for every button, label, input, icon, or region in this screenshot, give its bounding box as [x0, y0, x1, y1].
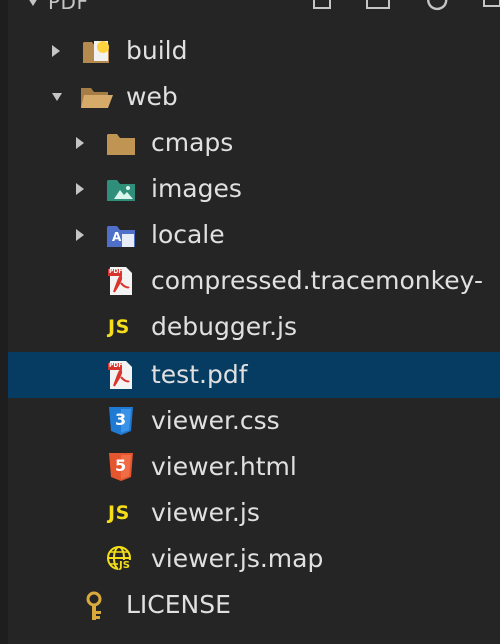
tree-item-label: viewer.html [151, 452, 297, 481]
tree-item-viewer-html[interactable]: 5 viewer.html [8, 444, 500, 490]
map-file-icon: JS [106, 545, 136, 573]
license-file-icon [82, 591, 112, 620]
tree-item-debugger-js[interactable]: JS debugger.js [8, 304, 500, 350]
left-border [0, 0, 8, 644]
tree-item-label: compressed.tracemonkey- [151, 266, 483, 295]
locale-letter: A [112, 230, 122, 244]
tree-item-label: LICENSE [126, 590, 231, 619]
tree-item-label: build [126, 36, 188, 65]
collapse-all-icon[interactable] [480, 0, 500, 16]
tree-item-viewer-css[interactable]: 3 viewer.css [8, 398, 500, 444]
js-glyph: JS [108, 502, 130, 524]
section-title: PDF [48, 0, 89, 14]
refresh-icon[interactable] [424, 0, 450, 16]
tree-item-label: locale [151, 220, 225, 249]
explorer-section-header[interactable]: PDF [0, 0, 500, 18]
pdf-tag: PDF [109, 362, 123, 369]
chevron-down-icon[interactable] [28, 0, 38, 6]
js-file-icon: JS [108, 313, 138, 341]
tree-item-build[interactable]: build [8, 28, 500, 74]
chevron-right-icon[interactable] [52, 45, 60, 57]
map-js-glyph: JS [118, 560, 131, 571]
tree-item-label: viewer.js [151, 498, 260, 527]
tree-item-label: viewer.css [151, 406, 280, 435]
tree-item-test-pdf[interactable]: PDF test.pdf [8, 352, 500, 398]
chevron-right-icon[interactable] [76, 137, 84, 149]
images-folder-icon [106, 175, 136, 203]
pdf-file-icon: PDF [108, 267, 138, 295]
tree-item-label: viewer.js.map [151, 544, 324, 573]
folder-icon [106, 129, 136, 157]
locale-folder-icon: A [106, 221, 136, 249]
tree-item-cmaps[interactable]: cmaps [8, 120, 500, 166]
js-file-icon: JS [108, 499, 138, 527]
tree-item-compressed-tracemonkey[interactable]: PDF compressed.tracemonkey- [8, 258, 500, 304]
css-number: 3 [115, 410, 127, 429]
js-glyph: JS [108, 316, 130, 338]
tree-item-web[interactable]: web [8, 74, 500, 120]
tree-item-locale[interactable]: A locale [8, 212, 500, 258]
tree-item-label: cmaps [151, 128, 234, 157]
css-file-icon: 3 [108, 407, 138, 435]
tree-item-label: debugger.js [151, 312, 297, 341]
html-number: 5 [115, 456, 127, 475]
tree-item-label: images [151, 174, 242, 203]
chevron-right-icon[interactable] [76, 183, 84, 195]
tree-item-viewer-js[interactable]: JS viewer.js [8, 490, 500, 536]
pdf-file-icon: PDF [108, 361, 138, 389]
tree-item-license[interactable]: LICENSE [8, 582, 500, 628]
tree-item-label: web [126, 82, 178, 111]
new-folder-icon[interactable] [364, 0, 392, 16]
tree-item-label: test.pdf [151, 360, 248, 389]
chevron-right-icon[interactable] [76, 229, 84, 241]
new-file-icon[interactable] [308, 0, 334, 16]
html-file-icon: 5 [108, 453, 138, 481]
tree-item-images[interactable]: images [8, 166, 500, 212]
build-folder-icon [82, 37, 112, 65]
tree-item-viewer-js-map[interactable]: JS viewer.js.map [8, 536, 500, 582]
folder-open-icon [80, 83, 113, 111]
chevron-down-icon[interactable] [52, 93, 62, 101]
pdf-tag: PDF [109, 268, 123, 275]
